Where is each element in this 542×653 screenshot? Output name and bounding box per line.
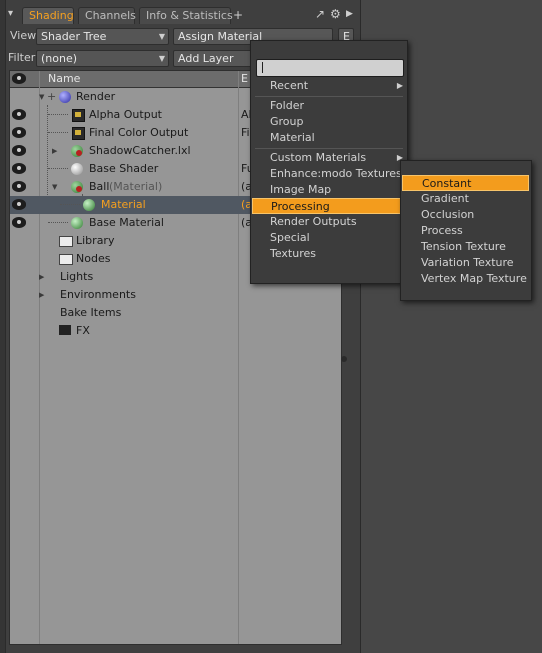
folder-icon [59,236,73,247]
column-name[interactable]: Name [48,71,80,87]
detach-icon[interactable]: ↗ [315,6,325,22]
menu-item-group[interactable]: Group [251,114,407,130]
row-type: (Material) [109,180,163,193]
expand-toggle[interactable]: ▶ [39,291,44,299]
plus-icon: + [47,90,57,103]
filter-value: (none) [41,52,78,65]
sphere-icon [59,91,71,103]
menu-item-render-outputs[interactable]: Render Outputs [251,214,407,230]
menu-item-textures[interactable]: Textures [251,246,407,262]
row-name: ShadowCatcher.lxl [89,144,191,157]
tree-row-bake-items[interactable]: Bake Items [10,304,341,322]
red-dot-icon [76,186,82,192]
row-name: Ball [89,180,110,193]
text-caret [262,62,263,73]
menu-item-recent[interactable]: Recent ▶ [251,78,407,94]
menu-item-label: Recent [270,79,309,92]
row-name: Library [76,234,115,247]
row-name: Alpha Output [89,108,162,121]
shader-icon [71,163,83,175]
menu-item-processing[interactable]: Processing [252,198,405,214]
menu-item-image-map[interactable]: Image Map [251,182,407,198]
eye-icon[interactable] [12,127,26,138]
menu-item-special[interactable]: Special [251,230,407,246]
menu-item-enhance-modo-textures[interactable]: Enhance:modo Textures [251,166,407,182]
eye-icon[interactable] [12,145,26,156]
row-name: Render [76,90,116,103]
panel-edge [0,0,6,653]
tab-channels[interactable]: Channels [78,7,136,24]
tab-bar: ▾ Shading Channels Info & Statistics + ↗… [5,4,359,24]
tree-connector [48,222,68,223]
eye-icon[interactable] [12,73,26,84]
view-label: View [10,29,37,42]
image-icon [72,109,85,122]
row-name: FX [76,324,90,337]
material-icon [71,217,83,229]
menu-separator [255,148,403,149]
eye-icon[interactable] [12,181,26,192]
arrow-right-icon[interactable]: ▶ [346,6,353,22]
gear-icon[interactable]: ⚙ [330,6,341,22]
row-name: Final Color Output [89,126,189,139]
eye-icon[interactable] [12,163,26,174]
row-name: Base Material [89,216,164,229]
view-value: Shader Tree [41,30,107,43]
expand-toggle[interactable]: ▼ [39,93,44,101]
processing-submenu: Constant Gradient Occlusion Process Tens… [400,160,532,301]
eye-icon[interactable] [12,217,26,228]
row-name: Bake Items [60,306,122,319]
red-dot-icon [76,150,82,156]
tree-connector [48,168,68,169]
add-layer-button[interactable]: Add Layer [173,50,253,67]
menu-item-custom-materials[interactable]: Custom Materials ▶ [251,150,407,166]
submenu-item-process[interactable]: Process [401,223,531,239]
chevron-down-icon: ▼ [158,54,165,63]
filter-label: Filter [8,51,36,64]
row-name: Material [101,198,146,211]
submenu-item-variation-texture[interactable]: Variation Texture [401,255,531,271]
expand-toggle[interactable]: ▼ [52,183,57,191]
tab-shading[interactable]: Shading [22,7,74,24]
tree-row-environments[interactable]: ▶ Environments [10,286,341,304]
chevron-down-icon: ▼ [158,32,165,41]
menu-search-input[interactable] [256,59,404,77]
expand-toggle[interactable]: ▶ [39,273,44,281]
submenu-arrow-icon: ▶ [396,81,403,90]
grip-icon[interactable]: ▾ [8,6,13,22]
add-tab-button[interactable]: + [233,7,243,23]
resize-grip-icon[interactable] [341,356,347,362]
material-icon [83,199,95,211]
tree-connector [48,114,68,115]
submenu-item-gradient[interactable]: Gradient [401,191,531,207]
submenu-item-tension-texture[interactable]: Tension Texture [401,239,531,255]
row-name: Nodes [76,252,111,265]
menu-item-folder[interactable]: Folder [251,98,407,114]
menu-separator [255,96,403,97]
tab-info-statistics[interactable]: Info & Statistics [139,7,233,24]
menu-item-material[interactable]: Material [251,130,407,146]
image-icon [72,127,85,140]
submenu-item-vertex-map-texture[interactable]: Vertex Map Texture [401,271,531,287]
tree-connector [60,204,80,205]
add-layer-menu: Recent ▶ Folder Group Material Custom Mat… [250,40,408,284]
filter-dropdown[interactable]: (none) ▼ [36,50,169,67]
view-dropdown[interactable]: Shader Tree ▼ [36,28,169,45]
row-effect: Fi [241,126,250,139]
row-name: Lights [60,270,94,283]
row-name: Environments [60,288,136,301]
column-effect[interactable]: E [241,71,248,87]
submenu-item-occlusion[interactable]: Occlusion [401,207,531,223]
tree-connector [48,132,68,133]
folder-icon [59,254,73,265]
expand-toggle[interactable]: ▶ [52,147,57,155]
tree-row-fx[interactable]: FX [10,322,341,340]
row-name: Base Shader [89,162,159,175]
clapper-icon [59,325,71,335]
eye-icon[interactable] [12,199,26,210]
menu-item-label: Custom Materials [270,151,367,164]
submenu-item-constant[interactable]: Constant [402,175,529,191]
eye-icon[interactable] [12,109,26,120]
